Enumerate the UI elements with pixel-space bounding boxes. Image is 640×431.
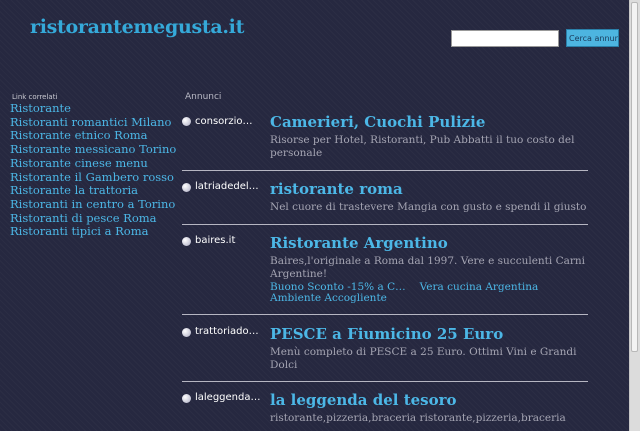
related-links-heading: Link correlati (12, 93, 58, 101)
ad-body: Camerieri, Cuochi Pulizie Risorse per Ho… (270, 113, 588, 160)
ad-domain[interactable]: trattoriado… (195, 326, 267, 337)
related-link[interactable]: Ristoranti in centro a Torino (10, 197, 180, 212)
related-link[interactable]: Ristorante la trattoria (10, 184, 180, 198)
bullet-icon (182, 237, 191, 246)
ad-divider (182, 381, 588, 382)
ad-domain[interactable]: laleggenda… (195, 392, 267, 403)
related-link[interactable]: Ristorante il Gambero rosso (10, 170, 180, 185)
ad-body: la leggenda del tesoro ristorante,pizzer… (270, 391, 588, 425)
scrollbar-thumb[interactable] (631, 2, 638, 352)
related-links-sidebar: Link correlati Ristorante Ristoranti rom… (10, 93, 180, 239)
related-link[interactable]: Ristorante cinese menu (10, 156, 180, 171)
ads-heading: Annunci (185, 92, 222, 102)
bullet-icon (182, 394, 191, 403)
related-link[interactable]: Ristorante etnico Roma (10, 129, 180, 143)
ad-divider (182, 170, 588, 171)
ad-description: Menù completo di PESCE a 25 Euro. Ottimi… (270, 346, 577, 371)
related-link[interactable]: Ristoranti di pesce Roma (10, 211, 180, 226)
ad-title[interactable]: la leggenda del tesoro (270, 391, 588, 410)
ad-description: ristorante,pizzeria,braceria ristorante,… (270, 412, 566, 424)
ad-domain[interactable]: latriadedel… (195, 181, 267, 192)
related-link[interactable]: Ristoranti romantici Milano (10, 115, 180, 130)
ad-divider (182, 314, 588, 315)
related-link[interactable]: Ristorante messicano Torino (10, 142, 180, 157)
search-input[interactable] (451, 30, 559, 47)
ad-description: Nel cuore di trastevere Mangia con gusto… (270, 201, 587, 213)
ad-body: PESCE a Fiumicino 25 Euro Menù completo … (270, 325, 588, 372)
ad-title[interactable]: Ristorante Argentino (270, 234, 588, 253)
related-link[interactable]: Ristoranti tipici a Roma (10, 225, 180, 239)
search-button[interactable]: Cerca annunci (566, 29, 619, 47)
bullet-icon (182, 183, 191, 192)
ad-title[interactable]: Camerieri, Cuochi Pulizie (270, 113, 588, 132)
ad-description: Baires,l'originale a Roma dal 1997. Vere… (270, 255, 586, 280)
ad-title[interactable]: PESCE a Fiumicino 25 Euro (270, 325, 588, 344)
ad-sitelink[interactable]: Ambiente Accogliente (270, 293, 588, 304)
ad-body: ristorante roma Nel cuore di trastevere … (270, 180, 588, 214)
ad-body: Ristorante Argentino Baires,l'originale … (270, 234, 588, 304)
bullet-icon (182, 328, 191, 337)
ad-divider (182, 224, 588, 225)
site-title[interactable]: ristorantemegusta.it (30, 16, 244, 38)
bullet-icon (182, 117, 191, 126)
ad-domain[interactable]: consorzio… (195, 116, 267, 127)
ad-title[interactable]: ristorante roma (270, 180, 588, 199)
related-links-list: Ristorante Ristoranti romantici Milano R… (10, 101, 180, 239)
ad-sitelink[interactable]: Vera cucina Argentina (420, 281, 539, 293)
related-link[interactable]: Ristorante (10, 101, 180, 116)
ad-description: Risorse per Hotel, Ristoranti, Pub Abbat… (270, 134, 575, 159)
ad-domain[interactable]: baires.it (195, 235, 267, 246)
vertical-scrollbar[interactable] (629, 0, 640, 431)
